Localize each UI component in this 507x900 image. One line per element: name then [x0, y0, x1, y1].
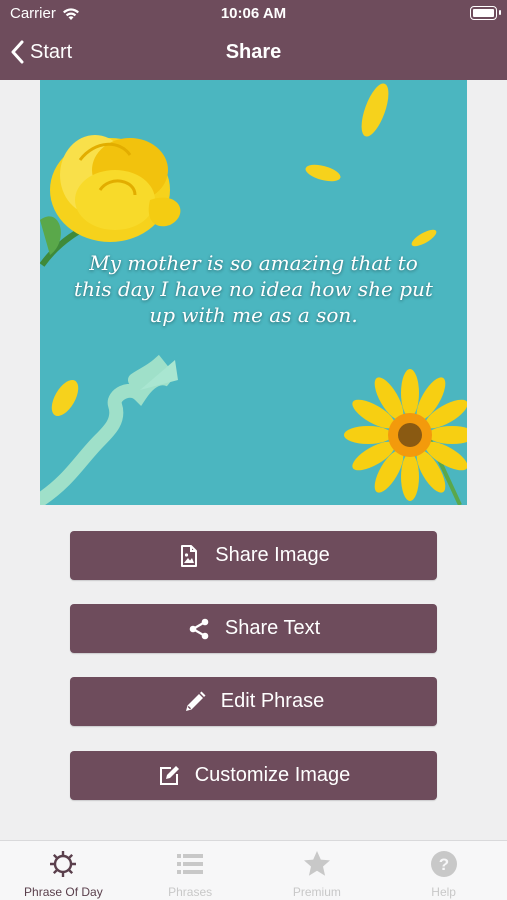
- customize-image-label: Customize Image: [194, 764, 351, 786]
- phrase-image: My mother is so amazing that to this day…: [40, 80, 467, 505]
- share-icon: [189, 618, 209, 639]
- share-text-button[interactable]: Share Text: [70, 604, 437, 653]
- navigation-bar: Start Share: [0, 28, 507, 80]
- tab-phrase-of-day[interactable]: Phrase Of Day: [0, 841, 127, 900]
- customize-image-button[interactable]: Customize Image: [70, 751, 437, 800]
- tab-label: Phrases: [168, 885, 213, 899]
- tab-bar: Phrase Of Day Phrases Premium ? Help: [0, 840, 507, 900]
- tab-label: Phrase Of Day: [24, 885, 103, 899]
- clock: 10:06 AM: [220, 5, 287, 22]
- help-icon: ?: [430, 851, 457, 877]
- share-text-label: Share Text: [224, 617, 321, 639]
- tab-label: Help: [431, 885, 456, 899]
- sun-gear-icon: [50, 851, 77, 877]
- share-image-label: Share Image: [215, 544, 330, 566]
- battery-icon: [470, 6, 501, 20]
- page-title: Share: [225, 41, 282, 63]
- share-image-button[interactable]: Share Image: [70, 531, 437, 580]
- image-file-icon: [181, 544, 198, 567]
- edit-phrase-label: Edit Phrase: [220, 690, 325, 712]
- tab-label: Premium: [292, 885, 341, 899]
- tab-phrases[interactable]: Phrases: [127, 841, 254, 900]
- phrase-text: My mother is so amazing that to this day…: [74, 251, 433, 327]
- svg-text:?: ?: [438, 855, 448, 874]
- edit-square-icon: [159, 765, 179, 785]
- star-icon: [303, 851, 330, 876]
- tab-help[interactable]: ? Help: [380, 841, 507, 900]
- pencil-icon: [185, 691, 206, 711]
- list-icon: [177, 854, 204, 874]
- edit-phrase-button[interactable]: Edit Phrase: [70, 677, 437, 726]
- status-bar: Carrier 10:06 AM: [0, 0, 507, 28]
- tab-premium[interactable]: Premium: [254, 841, 381, 900]
